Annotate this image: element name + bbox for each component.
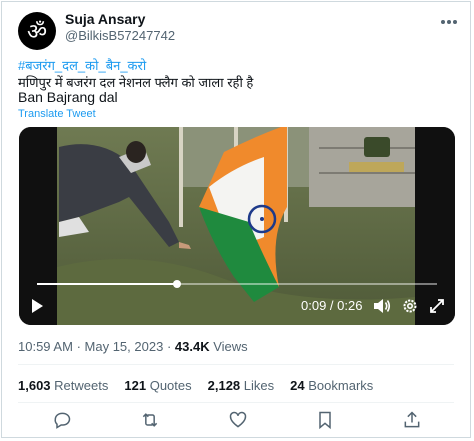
views-count: 43.4K: [174, 339, 210, 354]
divider: [18, 402, 454, 403]
bookmark-icon[interactable]: [315, 410, 339, 434]
stat-label: Quotes: [149, 378, 192, 393]
play-icon[interactable]: [29, 298, 45, 314]
tweet-text-line-2: Ban Bajrang dal: [18, 89, 118, 105]
stat-count: 121: [124, 378, 147, 393]
stat-count: 2,128: [207, 378, 241, 393]
tweet-meta: 10:59 AM · May 15, 2023 · 43.4K Views: [18, 339, 248, 354]
share-icon[interactable]: [402, 410, 426, 434]
author-handle[interactable]: @BilkisB57247742: [65, 28, 175, 43]
views-label: Views: [213, 339, 248, 354]
stat-label: Likes: [243, 378, 275, 393]
avatar[interactable]: ॐ: [18, 12, 56, 50]
tweet-time[interactable]: 10:59 AM: [18, 339, 73, 354]
tweet-stats: 1,603 Retweets 121 Quotes 2,128 Likes 24…: [18, 378, 389, 393]
stat-retweets[interactable]: 1,603 Retweets: [18, 378, 108, 393]
om-symbol-icon: ॐ: [27, 20, 47, 45]
stat-likes[interactable]: 2,128 Likes: [208, 378, 275, 393]
meta-separator: ·: [166, 339, 172, 354]
video-frame: [19, 127, 455, 325]
author-name[interactable]: Suja Ansary: [65, 11, 145, 27]
svg-text:ॐ: ॐ: [27, 20, 47, 45]
tweet-date[interactable]: May 15, 2023: [85, 339, 164, 354]
stat-quotes[interactable]: 121 Quotes: [124, 378, 191, 393]
like-icon[interactable]: [228, 410, 252, 434]
stat-label: Bookmarks: [308, 378, 374, 393]
video-progress-bar[interactable]: [37, 280, 437, 288]
divider: [18, 364, 454, 365]
stat-count: 1,603: [18, 378, 51, 393]
settings-icon[interactable]: [402, 298, 418, 314]
retweet-icon[interactable]: [140, 410, 164, 434]
video-time: 0:09 / 0:26: [301, 298, 363, 313]
video-progress-fill: [37, 283, 177, 285]
stat-label: Retweets: [54, 378, 109, 393]
hashtag-link[interactable]: #बजरंग_दल_को_बैन_करो: [18, 56, 146, 74]
translate-tweet-link[interactable]: Translate Tweet: [18, 108, 96, 120]
video-player[interactable]: 0:09 / 0:26: [19, 127, 455, 325]
video-progress-handle[interactable]: [173, 280, 181, 288]
more-icon[interactable]: [440, 12, 458, 30]
volume-icon[interactable]: [373, 298, 391, 314]
fullscreen-icon[interactable]: [429, 298, 445, 314]
stat-bookmarks[interactable]: 24 Bookmarks: [290, 378, 373, 393]
reply-icon[interactable]: [52, 410, 76, 434]
action-bar: [18, 410, 454, 434]
stat-count: 24: [290, 378, 305, 393]
meta-separator: ·: [76, 339, 81, 354]
